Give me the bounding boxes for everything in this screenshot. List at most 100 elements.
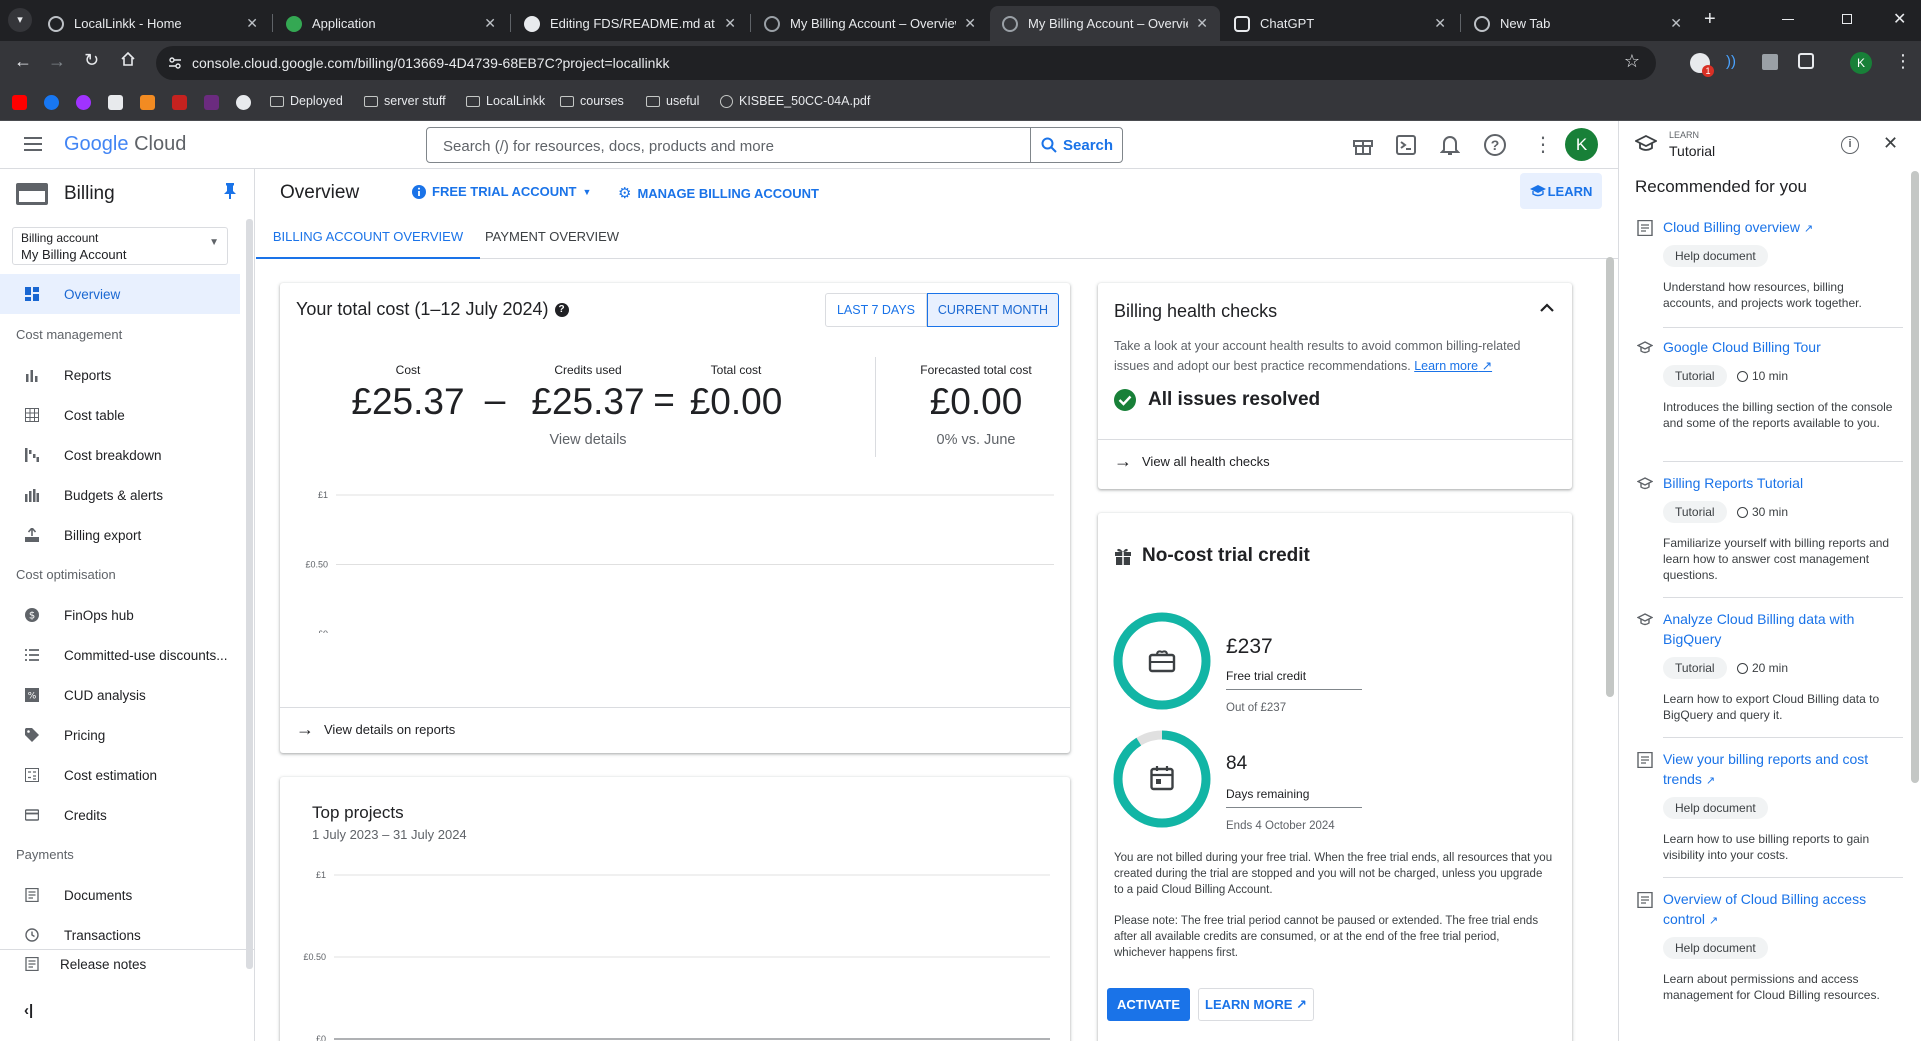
facebook-icon[interactable] (44, 95, 59, 110)
minimize-button[interactable] (1782, 19, 1794, 20)
google-cloud-logo[interactable]: Google Cloud (64, 133, 186, 156)
tab-billing-account-overview[interactable]: BILLING ACCOUNT OVERVIEW (256, 217, 480, 259)
more-vert-icon[interactable]: ⋮ (1533, 132, 1553, 157)
tab-close-icon[interactable]: ✕ (484, 15, 496, 32)
nav-cost-breakdown[interactable]: Cost breakdown (0, 435, 240, 475)
nav-documents[interactable]: Documents (0, 875, 240, 915)
learn-more-link[interactable]: Learn more ↗ (1414, 359, 1492, 373)
tab-search-button[interactable]: ▾ (8, 8, 32, 32)
last-7-days-button[interactable]: LAST 7 DAYS (825, 293, 927, 327)
tab-payment-overview[interactable]: PAYMENT OVERVIEW (480, 217, 624, 259)
nav-cost-estimation[interactable]: Cost estimation (0, 755, 240, 795)
view-details-link[interactable]: View details (498, 432, 678, 448)
nav-cud-analysis[interactable]: % CUD analysis (0, 675, 240, 715)
current-month-button[interactable]: CURRENT MONTH (927, 293, 1059, 327)
account-avatar[interactable]: K (1565, 128, 1598, 161)
tutorial-item-title[interactable]: View your billing reports and cost trend… (1663, 751, 1868, 787)
nav-budgets-alerts[interactable]: Budgets & alerts (0, 475, 240, 515)
search-input[interactable]: Search (/) for resources, docs, products… (443, 138, 774, 155)
browser-tab[interactable]: LocalLinkk - Home ✕ (36, 6, 270, 41)
tutorial-item[interactable]: View your billing reports and cost trend… (1637, 749, 1905, 883)
tutorial-item[interactable]: Cloud Billing overview ↗ Help document U… (1637, 217, 1905, 333)
restore-button[interactable] (1842, 14, 1852, 24)
learn-more-button[interactable]: LEARN MORE ↗ (1198, 988, 1314, 1021)
nav-committed-use-discounts[interactable]: Committed-use discounts... (0, 635, 240, 675)
browser-menu-icon[interactable]: ⋮ (1894, 51, 1912, 72)
nav-reports[interactable]: Reports (0, 355, 240, 395)
tab-close-icon[interactable]: ✕ (1670, 15, 1682, 32)
tab-close-icon[interactable]: ✕ (246, 15, 258, 32)
learn-button[interactable]: LEARN (1520, 173, 1602, 209)
tutorial-item-title[interactable]: Analyze Cloud Billing data with BigQuery (1663, 611, 1854, 647)
bookmark-folder[interactable]: Deployed (270, 94, 343, 108)
nav-finops-hub[interactable]: $ FinOps hub (0, 595, 240, 635)
browser-tab[interactable]: ChatGPT ✕ (1222, 6, 1458, 41)
pin-icon[interactable] (224, 183, 236, 199)
nav-pricing[interactable]: Pricing (0, 715, 240, 755)
tutorial-item[interactable]: Analyze Cloud Billing data with BigQuery… (1637, 609, 1905, 743)
help-icon[interactable]: ? (554, 302, 569, 317)
search-button[interactable]: Search (1030, 128, 1122, 162)
gift-icon[interactable] (1352, 134, 1374, 156)
view-all-health-checks-link[interactable]: → View all health checks (1114, 451, 1270, 472)
free-trial-account-button[interactable]: FREE TRIAL ACCOUNT ▼ (412, 184, 591, 199)
tutorial-item-title[interactable]: Billing Reports Tutorial (1663, 475, 1803, 491)
tab-close-icon[interactable]: ✕ (1196, 15, 1208, 32)
info-outline-icon[interactable]: i (1841, 136, 1859, 154)
reload-button[interactable]: ↻ (84, 50, 99, 71)
forward-button[interactable]: → (48, 51, 66, 72)
bookmark-icon[interactable] (172, 95, 187, 110)
browser-tab[interactable]: My Billing Account – Overview ✕ (752, 6, 988, 41)
new-tab-button[interactable]: + (1704, 8, 1716, 31)
tab-close-icon[interactable]: ✕ (724, 15, 736, 32)
back-button[interactable]: ← (14, 51, 32, 72)
extension-icon[interactable] (1762, 54, 1778, 70)
bookmark-icon[interactable] (204, 95, 219, 110)
manage-billing-account-button[interactable]: ⚙ MANAGE BILLING ACCOUNT (618, 184, 819, 202)
cloud-shell-icon[interactable] (1396, 135, 1416, 155)
billing-account-selector[interactable]: Billing account My Billing Account ▼ (12, 227, 228, 265)
messenger-icon[interactable] (76, 95, 91, 110)
address-bar[interactable]: console.cloud.google.com/billing/013669-… (156, 46, 1656, 80)
collapse-nav-icon[interactable]: ‹| (24, 1002, 33, 1019)
nav-scrollbar[interactable] (246, 219, 253, 969)
panel-scrollbar[interactable] (1911, 171, 1919, 783)
search-box[interactable]: Search (/) for resources, docs, products… (426, 127, 1123, 163)
bookmark-link[interactable]: KISBEE_50CC-04A.pdf (720, 94, 870, 108)
browser-tab[interactable]: Application ✕ (274, 6, 508, 41)
tutorial-item[interactable]: Overview of Cloud Billing access control… (1637, 889, 1905, 1029)
site-info-icon[interactable] (168, 56, 182, 70)
home-icon[interactable] (120, 52, 136, 66)
bookmark-star-icon[interactable]: ☆ (1624, 51, 1640, 72)
browser-tab-active[interactable]: My Billing Account – Overview ✕ (990, 6, 1220, 41)
close-panel-icon[interactable]: ✕ (1883, 133, 1898, 154)
tutorial-item-title[interactable]: Cloud Billing overview (1663, 219, 1800, 235)
github-icon[interactable] (236, 95, 251, 110)
hamburger-menu-icon[interactable] (24, 136, 42, 152)
browser-tab[interactable]: New Tab ✕ (1462, 6, 1694, 41)
notifications-bell-icon[interactable] (1440, 134, 1460, 156)
bookmark-folder[interactable]: LocalLinkk (466, 94, 545, 108)
tutorial-item-title[interactable]: Overview of Cloud Billing access control (1663, 891, 1866, 927)
view-details-on-reports-link[interactable]: → View details on reports (296, 719, 455, 740)
browser-tab[interactable]: Editing FDS/README.md at ma ✕ (512, 6, 748, 41)
extensions-puzzle-icon[interactable] (1798, 53, 1814, 69)
profile-avatar[interactable]: K (1850, 52, 1872, 74)
tutorial-item[interactable]: Billing Reports Tutorial Tutorial 30 min… (1637, 473, 1905, 603)
nav-billing-export[interactable]: Billing export (0, 515, 240, 555)
collapse-chevron-icon[interactable] (1540, 303, 1554, 312)
bookmark-folder[interactable]: server stuff (364, 94, 446, 108)
main-scrollbar[interactable] (1606, 257, 1614, 697)
nav-credits[interactable]: Credits (0, 795, 240, 835)
tab-close-icon[interactable]: ✕ (1434, 15, 1446, 32)
youtube-icon[interactable] (12, 95, 27, 110)
tutorial-item-title[interactable]: Google Cloud Billing Tour (1663, 339, 1821, 355)
nav-cost-table[interactable]: Cost table (0, 395, 240, 435)
nav-overview[interactable]: Overview (0, 274, 240, 314)
nav-release-notes[interactable]: Release notes (0, 944, 240, 984)
bookmark-folder[interactable]: useful (646, 94, 699, 108)
extension-icon[interactable]: )) (1726, 53, 1744, 71)
help-icon[interactable]: ? (1484, 134, 1506, 156)
activate-button[interactable]: ACTIVATE (1107, 988, 1190, 1021)
bookmark-icon[interactable] (140, 95, 155, 110)
